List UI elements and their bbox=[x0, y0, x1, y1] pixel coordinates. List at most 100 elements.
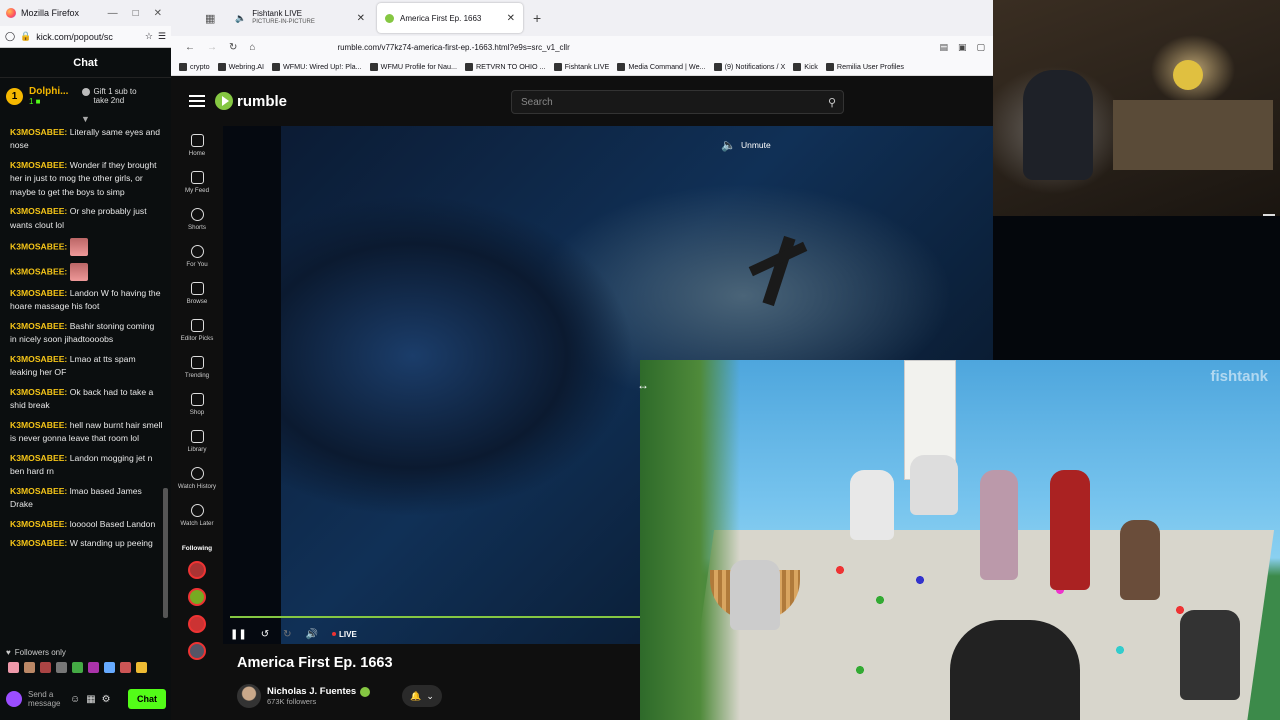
send-chat-button[interactable]: Chat bbox=[128, 689, 166, 709]
sidenav-item-trending[interactable]: Trending bbox=[171, 356, 223, 385]
quick-emote-bar[interactable] bbox=[8, 662, 147, 673]
following-channel-avatar[interactable] bbox=[188, 642, 206, 660]
chat-username[interactable]: K3MOSABEE: bbox=[10, 453, 67, 463]
close-tab-icon[interactable]: ✕ bbox=[507, 13, 515, 24]
sidenav-item-shop[interactable]: Shop bbox=[171, 393, 223, 422]
minimize-icon[interactable]: — bbox=[108, 8, 118, 19]
chat-username[interactable]: K3MOSABEE: bbox=[10, 321, 67, 331]
home-icon[interactable]: ⌂ bbox=[249, 42, 255, 53]
sidenav-item-editor-picks[interactable]: Editor Picks bbox=[171, 319, 223, 348]
tab-america-first[interactable]: America First Ep. 1663 ✕ bbox=[377, 3, 523, 33]
new-tab-icon[interactable]: + bbox=[533, 10, 541, 26]
gift-sub-cta[interactable]: Gift 1 sub to take 2nd bbox=[82, 87, 149, 105]
chat-username[interactable]: K3MOSABEE: bbox=[10, 486, 67, 496]
sidenav-item-home[interactable]: Home bbox=[171, 134, 223, 163]
chat-username[interactable]: K3MOSABEE: bbox=[10, 420, 67, 430]
bookmark-item[interactable]: (9) Notifications / X bbox=[713, 62, 785, 71]
volume-icon[interactable]: 🔊 bbox=[306, 629, 318, 640]
maximize-icon[interactable]: □ bbox=[133, 8, 139, 19]
search-input[interactable]: Search ⚲ bbox=[511, 90, 844, 114]
search-icon[interactable]: ⚲ bbox=[828, 96, 836, 109]
sidenav-item-watch-history[interactable]: Watch History bbox=[171, 467, 223, 496]
bookmark-item[interactable]: Webring.AI bbox=[217, 62, 264, 71]
emote-icon[interactable] bbox=[104, 662, 115, 673]
channel-name[interactable]: Nicholas J. Fuentes bbox=[267, 686, 356, 697]
bookmark-star-icon[interactable]: ☆ bbox=[145, 31, 153, 42]
gear-icon[interactable]: ⚙ bbox=[102, 694, 111, 705]
reload-icon[interactable]: ↻ bbox=[229, 42, 237, 53]
following-channel-avatar[interactable] bbox=[188, 615, 206, 633]
channel-info[interactable]: Nicholas J. Fuentes 673K followers bbox=[237, 684, 371, 708]
hamburger-menu-icon[interactable] bbox=[189, 92, 205, 110]
tab-fishtank[interactable]: 🔈 Fishtank LIVE PICTURE-IN-PICTURE ✕ bbox=[227, 3, 373, 33]
menu-icon[interactable]: ☰ bbox=[158, 31, 166, 42]
chat-username[interactable]: K3MOSABEE: bbox=[10, 160, 67, 170]
live-label: LIVE bbox=[339, 629, 357, 639]
shield-icon[interactable]: ◯ bbox=[5, 31, 15, 42]
emote-icon[interactable] bbox=[120, 662, 131, 673]
chat-username[interactable]: K3MOSABEE: bbox=[10, 288, 67, 298]
rumble-logo[interactable]: rumble bbox=[215, 92, 287, 110]
following-channel-avatar[interactable] bbox=[188, 561, 206, 579]
reader-view-icon[interactable]: ▤ bbox=[939, 42, 948, 53]
forward-skip-icon[interactable]: ↻ bbox=[283, 629, 291, 640]
channel-avatar[interactable] bbox=[237, 684, 261, 708]
sidenav-item-my-feed[interactable]: My Feed bbox=[171, 171, 223, 200]
extensions-icon[interactable]: ▢ bbox=[976, 42, 985, 53]
bookmark-item[interactable]: WFMU Profile for Nau... bbox=[369, 62, 457, 71]
close-tab-icon[interactable]: ✕ bbox=[357, 13, 365, 24]
chat-username[interactable]: K3MOSABEE: bbox=[10, 206, 67, 216]
sidenav-item-library[interactable]: Library bbox=[171, 430, 223, 459]
emote-icon[interactable] bbox=[56, 662, 67, 673]
notification-bell-button[interactable]: 🔔 ⌄ bbox=[402, 685, 442, 707]
popout-urlbar[interactable]: ◯ 🔒 kick.com/popout/sc ☆ ☰ bbox=[0, 26, 171, 48]
following-channel-avatar[interactable] bbox=[188, 588, 206, 606]
pause-icon[interactable]: ❚❚ bbox=[230, 629, 247, 640]
forward-arrow-icon[interactable]: → bbox=[207, 42, 217, 53]
bookmark-item[interactable]: Kick bbox=[793, 62, 818, 71]
pip-icon[interactable]: ▣ bbox=[958, 42, 967, 53]
bookmark-item[interactable]: RETVRN TO OHIO ... bbox=[464, 62, 546, 71]
emote-icon[interactable] bbox=[72, 662, 83, 673]
chat-username[interactable]: K3MOSABEE: bbox=[10, 266, 67, 276]
sidenav-item-for-you[interactable]: For You bbox=[171, 245, 223, 274]
chat-username[interactable]: K3MOSABEE: bbox=[10, 519, 67, 529]
emote-icon[interactable] bbox=[8, 662, 19, 673]
close-icon[interactable]: ✕ bbox=[154, 8, 162, 19]
chat-message-input[interactable]: Send a message bbox=[28, 690, 64, 708]
chat-username[interactable]: K3MOSABEE: bbox=[10, 538, 67, 548]
fishtank-picture-in-picture[interactable]: fishtank bbox=[640, 360, 1280, 720]
bookmark-item[interactable]: Remilia User Profiles bbox=[825, 62, 904, 71]
channel-name-row[interactable]: Nicholas J. Fuentes bbox=[267, 686, 371, 697]
store-icon[interactable]: ▦ bbox=[86, 694, 95, 705]
chat-username[interactable]: K3MOSABEE: bbox=[10, 127, 67, 137]
emote-icon[interactable] bbox=[136, 662, 147, 673]
chat-message: K3MOSABEE: Literally same eyes and nose bbox=[10, 126, 163, 153]
unmute-button[interactable]: 🔈 Unmute bbox=[721, 138, 771, 152]
emote-icon[interactable] bbox=[88, 662, 99, 673]
popout-url[interactable]: kick.com/popout/sc bbox=[36, 32, 140, 42]
sidenav-item-shorts[interactable]: Shorts bbox=[171, 208, 223, 237]
chat-username[interactable]: K3MOSABEE: bbox=[10, 242, 67, 252]
chat-scrollbar[interactable] bbox=[163, 488, 168, 618]
emote-icon[interactable] bbox=[24, 662, 35, 673]
bookmark-item[interactable]: Media Command | We... bbox=[617, 62, 706, 71]
microphone-icon[interactable] bbox=[6, 691, 22, 707]
rewind-icon[interactable]: ↺ bbox=[261, 629, 269, 640]
emote-icon[interactable] bbox=[40, 662, 51, 673]
emote-picker-icon[interactable]: ☺ bbox=[70, 694, 80, 705]
chat-username[interactable]: K3MOSABEE: bbox=[10, 354, 67, 364]
bookmark-item[interactable]: WFMU: Wired Up!: Pla... bbox=[272, 62, 362, 71]
chat-username[interactable]: K3MOSABEE: bbox=[10, 387, 67, 397]
chat-message: K3MOSABEE: Wonder if they brought her in… bbox=[10, 159, 163, 199]
address-bar[interactable]: rumble.com/v77kz74-america-first-ep.-166… bbox=[337, 43, 569, 52]
bookmark-item[interactable]: crypto bbox=[179, 62, 210, 71]
back-arrow-icon[interactable]: ← bbox=[185, 42, 195, 53]
pinned-gifter[interactable]: 1 Dolphi... 1 ■ Gift 1 sub to take 2nd bbox=[0, 78, 171, 114]
sidenav-item-watch-later[interactable]: Watch Later bbox=[171, 504, 223, 533]
sidenav-item-browse[interactable]: Browse bbox=[171, 282, 223, 311]
tab-overview-icon[interactable]: ▦ bbox=[205, 12, 215, 25]
bookmark-item[interactable]: Fishtank LIVE bbox=[553, 62, 609, 71]
collapse-pinned-chevron-icon[interactable]: ▼ bbox=[0, 114, 171, 126]
speaker-icon[interactable]: 🔈 bbox=[235, 13, 246, 24]
